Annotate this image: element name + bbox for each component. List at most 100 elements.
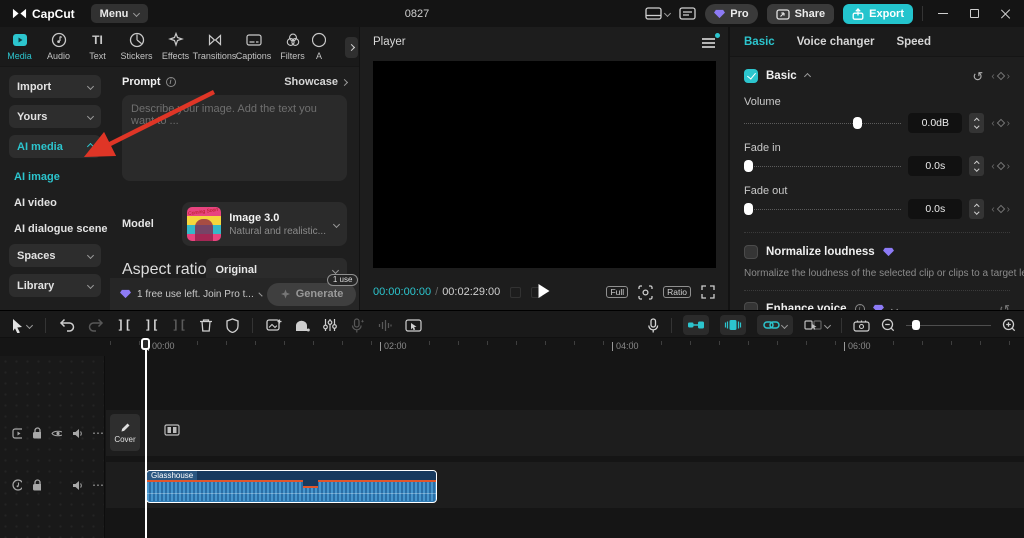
share-button[interactable]: Share xyxy=(766,3,835,24)
ai-voice-button[interactable] xyxy=(350,317,365,333)
layout-toggle-button[interactable] xyxy=(645,7,672,20)
keyframe-control[interactable]: ‹ › xyxy=(991,71,1010,82)
sidebar-item-ai-dialogue-scene[interactable]: AI dialogue scene xyxy=(9,217,108,240)
clip-edit-button[interactable] xyxy=(405,318,422,332)
split-right-button[interactable]: ][ xyxy=(172,318,186,332)
add-media-button[interactable] xyxy=(266,318,282,332)
keyframe-diamond-icon xyxy=(996,71,1005,81)
fade-in-stepper[interactable] xyxy=(969,156,985,176)
sidebar-item-ai-media[interactable]: AI media xyxy=(9,135,101,158)
model-dropdown[interactable]: Coming Soon Image 3.0 Natural and realis… xyxy=(182,202,347,246)
keyframe-control[interactable]: ‹ › xyxy=(991,118,1010,129)
sidebar-item-spaces[interactable]: Spaces xyxy=(9,244,101,267)
video-preview[interactable] xyxy=(373,61,716,268)
volume-slider[interactable] xyxy=(744,117,902,130)
tabstrip-expand-button[interactable] xyxy=(345,37,358,58)
timeline-preview-button[interactable] xyxy=(853,319,870,332)
tab-filters[interactable]: Filters xyxy=(273,27,312,66)
linkage-toggle[interactable] xyxy=(757,315,793,335)
tab-transitions[interactable]: Transitions xyxy=(193,27,236,66)
eye-icon[interactable] xyxy=(51,429,63,438)
showcase-link[interactable]: Showcase xyxy=(284,76,349,88)
basic-checkbox[interactable] xyxy=(744,69,758,83)
fullscreen-icon[interactable] xyxy=(701,285,715,299)
fade-in-slider[interactable] xyxy=(744,160,902,173)
split-left-button[interactable]: ][ xyxy=(144,318,158,332)
playhead-handle[interactable] xyxy=(141,338,150,350)
export-button[interactable]: Export xyxy=(843,3,913,24)
sidebar-item-import[interactable]: Import xyxy=(9,75,101,98)
minimize-button[interactable] xyxy=(932,4,954,24)
speaker-icon[interactable] xyxy=(72,428,82,439)
sidebar-item-ai-video[interactable]: AI video xyxy=(9,191,101,214)
sidebar-item-ai-image[interactable]: AI image xyxy=(9,165,101,188)
maximize-button[interactable] xyxy=(963,4,985,24)
select-tool-button[interactable] xyxy=(10,318,34,333)
sidebar-item-library[interactable]: Library xyxy=(9,274,101,297)
tab-stickers[interactable]: Stickers xyxy=(117,27,156,66)
focus-icon[interactable] xyxy=(638,284,653,300)
sidebar-item-yours[interactable]: Yours xyxy=(9,105,101,128)
generate-button[interactable]: Generate xyxy=(266,282,357,306)
menu-button[interactable]: Menu xyxy=(90,4,149,23)
tab-audio[interactable]: Audio xyxy=(39,27,78,66)
volume-stepper[interactable] xyxy=(969,113,985,133)
lock-icon[interactable] xyxy=(32,479,41,491)
duration-timecode: 00:02:29:00 xyxy=(442,286,501,298)
fade-in-value[interactable]: 0.0s xyxy=(908,156,963,176)
zoom-out-button[interactable] xyxy=(881,318,895,332)
mask-shield-button[interactable] xyxy=(226,317,240,333)
split-button[interactable]: ][ xyxy=(117,318,131,332)
volume-value[interactable]: 0.0dB xyxy=(908,113,963,133)
timeline-zoom-slider[interactable] xyxy=(906,319,991,331)
delete-button[interactable] xyxy=(199,318,213,333)
panel-layout-button[interactable] xyxy=(679,7,696,20)
tab-voice-changer[interactable]: Voice changer xyxy=(797,36,875,48)
fade-out-stepper[interactable] xyxy=(969,199,985,219)
playhead-line[interactable] xyxy=(145,348,147,538)
redo-button[interactable] xyxy=(88,318,104,332)
collapse-icon[interactable] xyxy=(803,72,811,80)
tab-basic[interactable]: Basic xyxy=(744,36,775,48)
audio-clip-glasshouse[interactable]: Glasshouse xyxy=(146,470,437,503)
reset-icon[interactable]: ↺ xyxy=(999,303,1010,311)
close-button[interactable] xyxy=(994,4,1016,24)
tab-speed[interactable]: Speed xyxy=(896,36,931,48)
player-menu-button[interactable] xyxy=(702,33,720,48)
mask-button[interactable] xyxy=(295,319,311,332)
play-button[interactable] xyxy=(538,284,550,298)
cover-button[interactable]: Cover xyxy=(110,414,140,451)
tab-adjust-partial[interactable]: A xyxy=(312,27,326,66)
more-icon[interactable]: ⋯ xyxy=(92,426,105,440)
keyframe-control[interactable]: ‹ › xyxy=(991,204,1010,215)
auto-ripple-toggle[interactable] xyxy=(720,315,746,335)
normalize-loudness-checkbox[interactable] xyxy=(744,245,758,259)
capcut-logo: CapCut xyxy=(12,7,75,21)
timeline-ruler[interactable]: 00:00 02:00 04:00 06:00 xyxy=(0,338,1024,356)
lock-icon[interactable] xyxy=(32,427,42,439)
preview-axis-button[interactable] xyxy=(804,319,832,331)
keyframe-control[interactable]: ‹ › xyxy=(991,161,1010,172)
tab-effects[interactable]: Effects xyxy=(156,27,195,66)
more-icon[interactable]: ⋯ xyxy=(92,478,105,492)
fade-out-slider[interactable] xyxy=(744,203,902,216)
prompt-input[interactable] xyxy=(122,95,347,181)
record-voiceover-button[interactable] xyxy=(647,317,660,333)
tab-captions[interactable]: Captions xyxy=(234,27,273,66)
zoom-in-button[interactable] xyxy=(1002,318,1016,332)
audio-waveform-button[interactable] xyxy=(378,319,392,332)
reset-icon[interactable]: ↺ xyxy=(972,70,983,83)
tab-media[interactable]: Media xyxy=(0,27,39,66)
fade-out-value[interactable]: 0.0s xyxy=(908,199,963,219)
adjust-button[interactable] xyxy=(323,318,338,332)
full-quality-button[interactable]: Full xyxy=(606,286,629,298)
mainline-magnet-toggle[interactable] xyxy=(683,315,709,335)
ratio-button[interactable]: Ratio xyxy=(663,286,691,298)
pro-badge[interactable]: Pro xyxy=(705,3,758,24)
media-icon xyxy=(12,34,27,46)
speaker-icon[interactable] xyxy=(72,480,82,491)
pro-promo-text[interactable]: 1 free use left. Join Pro t... xyxy=(137,289,254,300)
tab-text[interactable]: TI Text xyxy=(78,27,117,66)
enhance-voice-checkbox[interactable] xyxy=(744,302,758,310)
undo-button[interactable] xyxy=(59,318,75,332)
